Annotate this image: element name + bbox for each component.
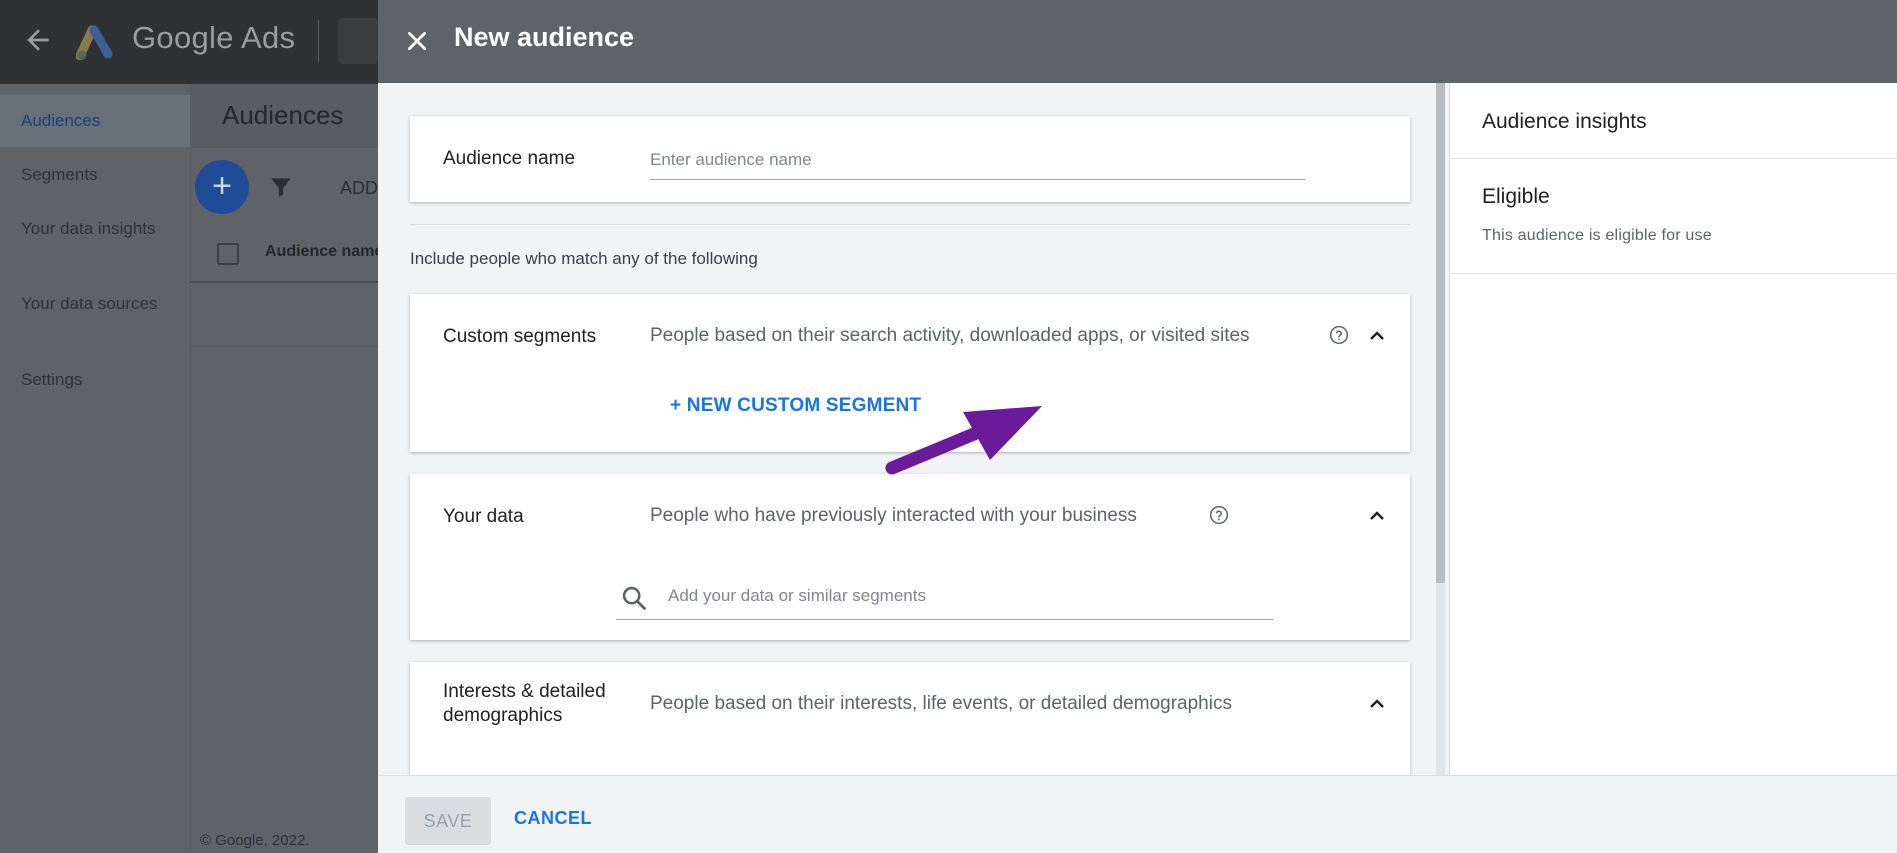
- close-icon: [408, 32, 426, 50]
- new-audience-dialog: New audience Audience name Include peopl…: [378, 0, 1897, 853]
- your-data-description: People who have previously interacted wi…: [650, 505, 1137, 526]
- audience-insights-panel: Audience insights Eligible This audience…: [1449, 83, 1897, 775]
- include-instructions: Include people who match any of the foll…: [410, 249, 758, 268]
- cancel-button[interactable]: CANCEL: [514, 808, 592, 829]
- google-ads-logo-icon: [76, 25, 113, 60]
- chevron-up-icon[interactable]: [1365, 692, 1389, 716]
- sidebar: [0, 84, 190, 853]
- add-label[interactable]: ADD: [340, 178, 378, 199]
- sidebar-item-audiences[interactable]: Audiences: [21, 110, 181, 131]
- page-title: Audiences: [222, 100, 344, 130]
- your-data-search: [616, 574, 1273, 620]
- help-icon[interactable]: [1209, 505, 1229, 525]
- close-button[interactable]: [400, 24, 434, 58]
- interests-description: People based on their interests, life ev…: [650, 693, 1232, 714]
- sidebar-item-segments[interactable]: Segments: [21, 164, 181, 185]
- your-data-search-input[interactable]: [668, 580, 1258, 612]
- back-arrow-icon[interactable]: [22, 24, 54, 56]
- table-row: [190, 283, 380, 347]
- audience-name-input[interactable]: [650, 140, 1305, 180]
- select-all-checkbox[interactable]: [217, 243, 239, 265]
- audience-name-card: Audience name: [410, 116, 1410, 202]
- custom-segments-description: People based on their search activity, d…: [650, 325, 1250, 346]
- chevron-up-icon[interactable]: [1365, 504, 1389, 528]
- sidebar-item-your-data-sources[interactable]: Your data sources: [21, 293, 181, 314]
- dialog-title: New audience: [454, 22, 635, 52]
- save-button[interactable]: SAVE: [405, 797, 491, 845]
- sidebar-item-your-data-insights[interactable]: Your data insights: [21, 218, 181, 239]
- account-selector[interactable]: [338, 18, 378, 64]
- interests-card: Interests & detailed demographics People…: [410, 662, 1410, 775]
- help-icon[interactable]: [1329, 325, 1349, 345]
- filter-icon[interactable]: [268, 174, 294, 200]
- dialog-header: New audience: [378, 0, 1897, 83]
- brand-name: Google Ads: [132, 20, 296, 55]
- section-divider: [410, 224, 1410, 225]
- sidebar-item-settings[interactable]: Settings: [21, 369, 181, 390]
- copyright-footer: © Google, 2022.: [200, 832, 310, 849]
- insights-divider: [1450, 158, 1897, 159]
- header-divider: [318, 20, 319, 62]
- custom-segments-label: Custom segments: [443, 326, 597, 347]
- chevron-up-icon[interactable]: [1365, 324, 1389, 348]
- add-audience-button[interactable]: +: [195, 160, 249, 214]
- annotation-arrow-icon: [885, 406, 1042, 475]
- column-header-audience-name[interactable]: Audience name: [265, 243, 383, 261]
- plus-icon: +: [212, 167, 232, 205]
- search-icon: [622, 586, 646, 610]
- scrollbar-thumb[interactable]: [1436, 83, 1445, 583]
- audience-name-label: Audience name: [443, 148, 576, 169]
- insights-divider: [1450, 273, 1897, 274]
- dialog-footer: SAVE CANCEL: [378, 775, 1897, 853]
- eligibility-description: This audience is eligible for use: [1482, 227, 1712, 244]
- insights-title: Audience insights: [1482, 110, 1647, 133]
- eligibility-status: Eligible: [1482, 185, 1550, 208]
- your-data-label: Your data: [443, 506, 524, 527]
- interests-label: Interests & detailed demographics: [443, 681, 606, 726]
